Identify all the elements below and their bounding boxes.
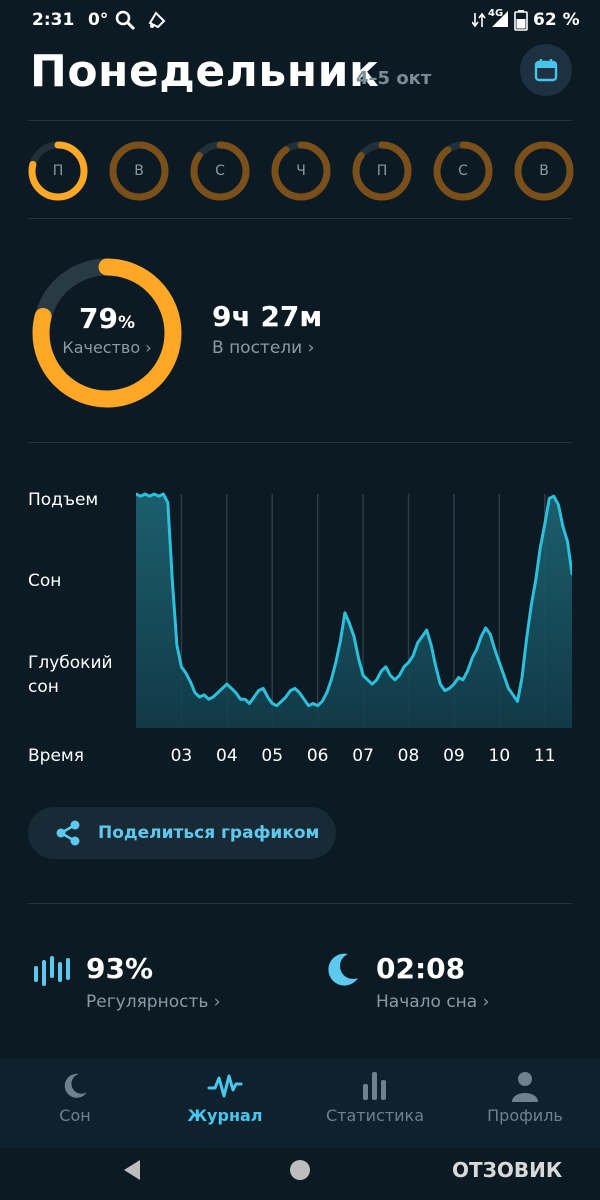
- divider: [28, 903, 572, 904]
- sleep-start-value: 02:08: [376, 952, 466, 985]
- day-ring-6[interactable]: В: [513, 140, 575, 202]
- calendar-icon: [534, 59, 558, 82]
- regularity-label: Регулярность: [86, 992, 209, 1012]
- x-tick-10: 10: [488, 746, 511, 766]
- bar-chart-icon: [363, 1072, 386, 1100]
- x-tick-04: 04: [216, 746, 238, 766]
- sleep-start-label: Начало сна: [376, 992, 478, 1012]
- signal-icon: [492, 11, 508, 27]
- chart-area: [136, 494, 572, 728]
- x-tick-03: 03: [170, 746, 193, 766]
- quality-link[interactable]: Качество ›: [28, 338, 186, 357]
- status-time: 2:31: [32, 10, 75, 30]
- share-label: Поделиться графиком: [98, 823, 320, 843]
- data-arrows-icon: [472, 12, 486, 28]
- x-tick-08: 08: [397, 746, 420, 766]
- divider: [28, 120, 572, 121]
- share-icon: [56, 820, 80, 846]
- tab-sleep-label: Сон: [59, 1106, 91, 1125]
- home-icon[interactable]: [288, 1158, 312, 1182]
- day-label: Ч: [296, 163, 306, 179]
- sleep-start-link[interactable]: Начало сна ›: [376, 992, 489, 1012]
- x-tick-05: 05: [261, 746, 284, 766]
- tab-profile[interactable]: Профиль: [450, 1068, 600, 1138]
- chevron-right-icon: ›: [145, 338, 152, 357]
- x-axis-title: Время: [28, 746, 84, 766]
- user-icon: [512, 1072, 538, 1102]
- x-tick-11: 11: [533, 746, 556, 766]
- quality-number: 79: [78, 302, 118, 335]
- day-ring-2[interactable]: С: [189, 140, 251, 202]
- divider: [28, 442, 572, 443]
- chevron-right-icon: ›: [482, 992, 490, 1012]
- back-icon[interactable]: [120, 1158, 144, 1182]
- regularity-value: 93%: [86, 952, 154, 985]
- chevron-right-icon: ›: [213, 992, 221, 1012]
- in-bed-value: 9ч 27м: [212, 300, 323, 333]
- status-temperature: 0°: [88, 10, 109, 30]
- day-ring-0[interactable]: П: [27, 140, 89, 202]
- day-label: В: [539, 163, 549, 179]
- share-chart-button[interactable]: Поделиться графиком: [28, 807, 336, 859]
- in-bed-label: В постели: [212, 338, 303, 358]
- day-label: В: [134, 163, 144, 179]
- sleep-chart[interactable]: [136, 488, 572, 728]
- y-label-sleep: Сон: [28, 571, 62, 591]
- day-label: С: [458, 163, 468, 179]
- in-bed-link[interactable]: В постели ›: [212, 338, 314, 358]
- day-ring-1[interactable]: В: [108, 140, 170, 202]
- moon-icon: [64, 1073, 87, 1098]
- day-label: П: [376, 163, 388, 179]
- moon-icon: [328, 953, 358, 986]
- wave-icon: [207, 1074, 243, 1098]
- x-tick-07: 07: [352, 746, 374, 766]
- watermark: ОТЗОВИК: [452, 1158, 563, 1182]
- quality-value[interactable]: 79%: [28, 302, 186, 335]
- regularity-icon: [34, 956, 70, 986]
- search-icon: [115, 10, 136, 31]
- day-ring-4[interactable]: П: [351, 140, 413, 202]
- divider: [28, 218, 572, 219]
- x-tick-09: 09: [443, 746, 465, 766]
- day-label: П: [52, 163, 64, 179]
- day-label: С: [215, 163, 225, 179]
- x-tick-06: 06: [306, 746, 329, 766]
- notification-icon: [148, 11, 166, 29]
- quality-label: Качество: [62, 338, 141, 357]
- tab-statistics[interactable]: Статистика: [300, 1068, 450, 1138]
- page-title: Понедельник: [30, 46, 380, 97]
- date-range: 4–5 окт: [356, 68, 432, 89]
- y-label-deep-sleep: Глубокий сон: [28, 653, 113, 697]
- calendar-button[interactable]: [520, 44, 572, 96]
- y-label-awake: Подъем: [28, 490, 99, 510]
- regularity-link[interactable]: Регулярность ›: [86, 992, 221, 1012]
- day-ring-3[interactable]: Ч: [270, 140, 332, 202]
- day-ring-5[interactable]: С: [432, 140, 494, 202]
- tab-journal-label: Журнал: [187, 1106, 263, 1125]
- tab-profile-label: Профиль: [487, 1106, 563, 1125]
- tab-statistics-label: Статистика: [326, 1106, 424, 1125]
- status-bar: 2:31 0° 4G 62 %: [0, 0, 600, 40]
- tab-sleep[interactable]: Сон: [0, 1068, 150, 1138]
- battery-level: 62 %: [533, 10, 580, 30]
- chevron-right-icon: ›: [307, 338, 315, 358]
- tab-journal[interactable]: Журнал: [150, 1068, 300, 1138]
- battery-icon: [514, 10, 528, 31]
- quality-unit: %: [117, 313, 135, 333]
